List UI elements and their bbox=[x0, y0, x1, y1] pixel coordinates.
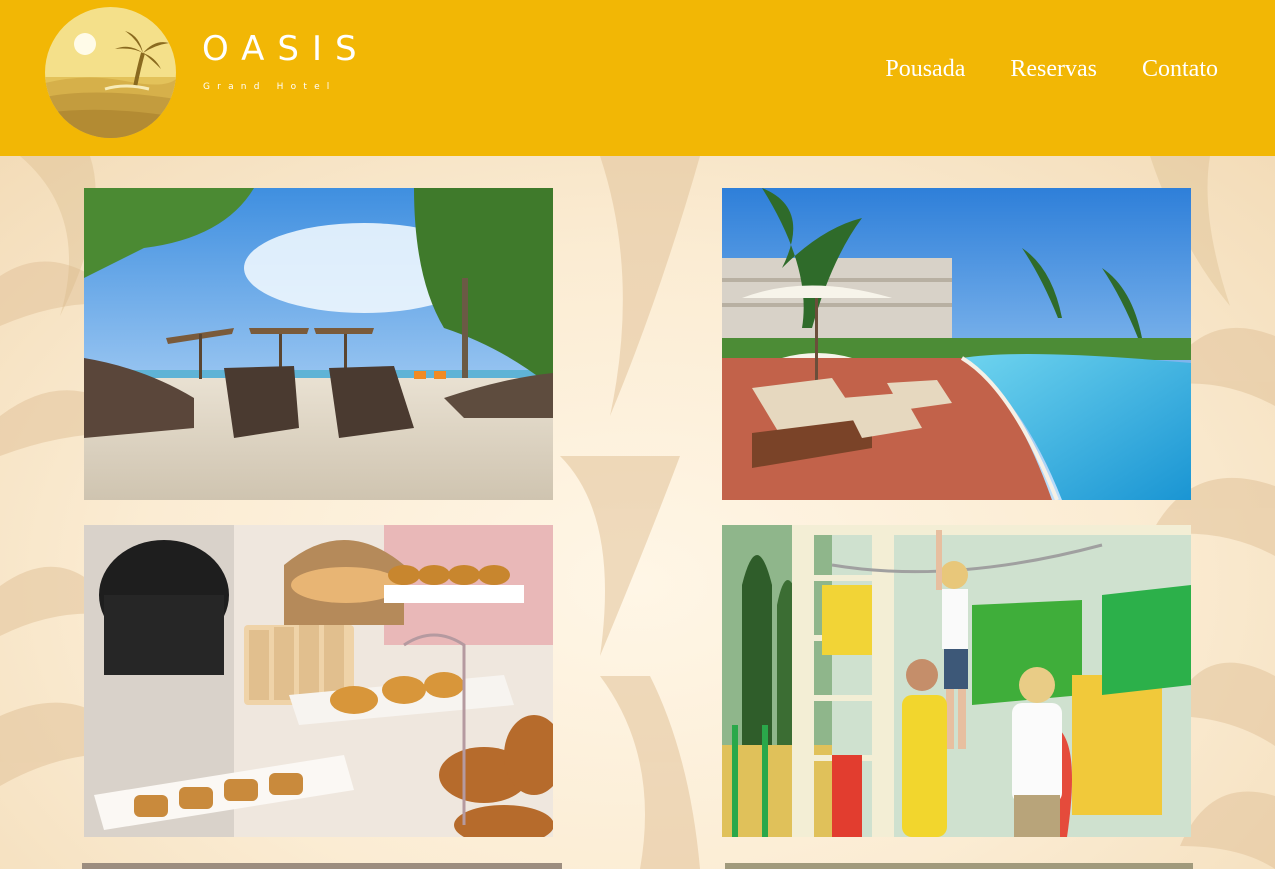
main-nav: Pousada Reservas Contato bbox=[885, 55, 1218, 83]
pool-terrace-photo[interactable] bbox=[722, 188, 1191, 500]
playground-image bbox=[722, 525, 1191, 837]
beach-image bbox=[84, 188, 553, 500]
nav-link-reservas[interactable]: Reservas bbox=[1010, 55, 1097, 83]
buffet-image bbox=[84, 525, 553, 837]
playground-photo[interactable] bbox=[722, 525, 1191, 837]
gallery-photo-partial-right[interactable] bbox=[725, 863, 1193, 869]
gallery-photo-partial-left[interactable] bbox=[82, 863, 562, 869]
site-header: OASIS Grand Hotel Pousada Reservas Conta… bbox=[0, 0, 1275, 156]
sun-palm-logo-icon bbox=[45, 7, 176, 138]
breakfast-buffet-photo[interactable] bbox=[84, 525, 553, 837]
brand-tagline: Grand Hotel bbox=[203, 82, 337, 92]
nav-link-pousada[interactable]: Pousada bbox=[885, 55, 965, 83]
logo-link[interactable] bbox=[45, 7, 176, 138]
nav-link-contato[interactable]: Contato bbox=[1142, 55, 1218, 83]
pool-image bbox=[722, 188, 1191, 500]
brand-name: OASIS bbox=[202, 29, 370, 69]
beach-loungers-photo[interactable] bbox=[84, 188, 553, 500]
